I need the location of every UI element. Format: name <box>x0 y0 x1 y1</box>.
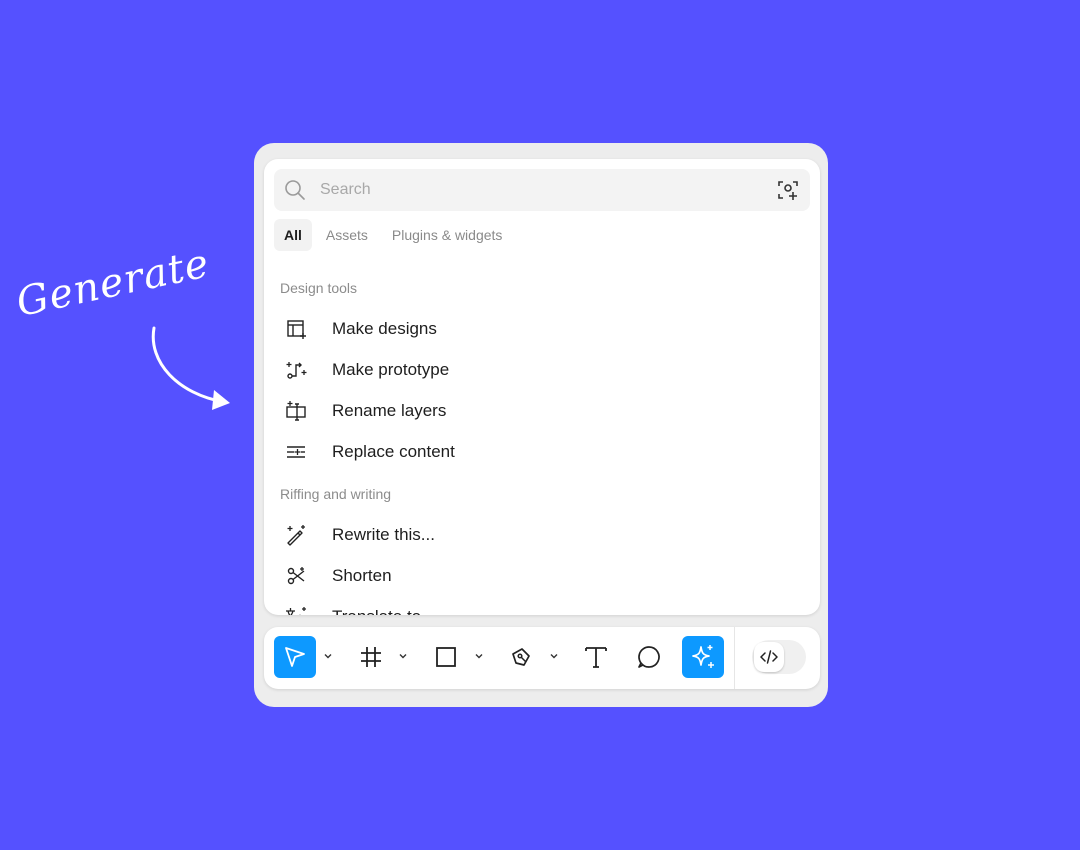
menu-item-label: Translate to... <box>332 607 435 615</box>
menu-item-make-designs[interactable]: Make designs <box>274 309 810 349</box>
quick-actions-window: All Assets Plugins & widgets Design tool… <box>254 143 828 707</box>
text-tool-button[interactable] <box>575 636 617 678</box>
replace-content-icon <box>287 446 305 458</box>
tab-assets[interactable]: Assets <box>316 219 378 251</box>
actions-panel: All Assets Plugins & widgets Design tool… <box>264 159 820 615</box>
chevron-down-icon[interactable] <box>323 651 333 661</box>
make-designs-icon <box>287 320 306 339</box>
rewrite-icon <box>287 525 305 546</box>
search-input[interactable] <box>320 177 760 203</box>
make-prototype-icon <box>286 362 307 379</box>
tab-plugins-widgets[interactable]: Plugins & widgets <box>382 219 513 251</box>
translate-icon <box>286 607 306 615</box>
menu-item-make-prototype[interactable]: Make prototype <box>274 350 810 390</box>
rename-layers-icon <box>286 401 306 421</box>
ai-scan-icon[interactable] <box>776 178 800 202</box>
bottom-toolbar <box>264 627 820 689</box>
curved-arrow-icon <box>151 326 230 410</box>
menu-item-translate[interactable]: Translate to... <box>274 597 810 615</box>
section-riffing-title: Riffing and writing <box>280 486 392 502</box>
menu-item-label: Rewrite this... <box>332 525 435 544</box>
tab-all[interactable]: All <box>274 219 312 251</box>
chevron-down-icon[interactable] <box>474 651 484 661</box>
menu-item-label: Rename layers <box>332 401 447 420</box>
text-icon <box>585 647 607 668</box>
pen-tool-button[interactable] <box>500 636 542 678</box>
filter-tabs: All Assets Plugins & widgets <box>274 219 512 251</box>
menu-item-label: Shorten <box>332 566 392 585</box>
move-tool-button[interactable] <box>274 636 316 678</box>
menu-item-label: Replace content <box>332 442 455 461</box>
frame-tool-button[interactable] <box>350 636 392 678</box>
actions-tool-button[interactable] <box>682 636 724 678</box>
rectangle-tool-button[interactable] <box>425 636 467 678</box>
dev-mode-knob <box>754 642 784 672</box>
menu-item-label: Make designs <box>332 319 437 338</box>
menu-item-rewrite[interactable]: Rewrite this... <box>274 515 810 555</box>
menu-item-shorten[interactable]: Shorten <box>274 556 810 596</box>
shorten-icon <box>287 567 305 585</box>
ai-sparkle-icon <box>692 645 714 668</box>
frame-icon <box>361 647 381 667</box>
menu-item-replace-content[interactable]: Replace content <box>274 432 810 472</box>
section-design-tools-title: Design tools <box>280 280 358 296</box>
search-icon <box>285 180 305 200</box>
pen-icon <box>512 648 530 666</box>
menu-item-label: Make prototype <box>332 360 450 379</box>
chevron-down-icon[interactable] <box>549 651 559 661</box>
comment-icon <box>638 646 660 668</box>
comment-tool-button[interactable] <box>628 636 670 678</box>
search-bar <box>274 169 810 211</box>
menu-item-rename-layers[interactable]: Rename layers <box>274 391 810 431</box>
code-icon <box>760 650 778 664</box>
toolbar-divider <box>734 627 735 689</box>
dev-mode-toggle[interactable] <box>752 640 806 674</box>
rectangle-icon <box>436 647 456 667</box>
generate-annotation: Generate <box>12 240 258 422</box>
chevron-down-icon[interactable] <box>398 651 408 661</box>
cursor-icon <box>285 647 305 667</box>
